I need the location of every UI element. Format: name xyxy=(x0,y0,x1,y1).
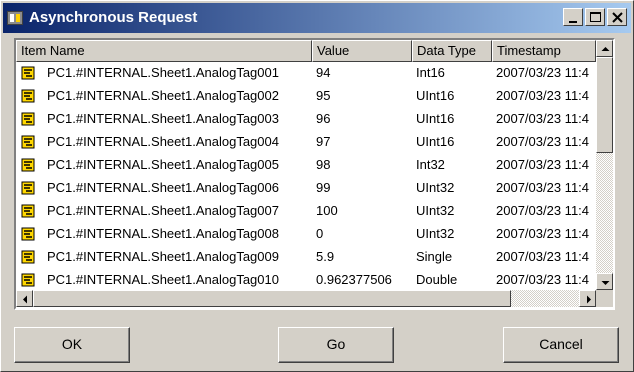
scrollbar-corner xyxy=(596,290,613,307)
table-row[interactable]: PC1.#INTERNAL.Sheet1.AnalogTag008 0 UInt32… xyxy=(16,223,596,245)
tag-icon xyxy=(21,89,35,103)
data-type-cell: UInt32 xyxy=(416,226,455,241)
arrow-right-icon xyxy=(587,295,591,304)
tag-icon xyxy=(21,227,35,241)
tag-icon xyxy=(21,66,35,80)
minimize-icon xyxy=(569,21,577,23)
close-icon xyxy=(612,12,623,23)
timestamp-cell: 2007/03/23 11:4 xyxy=(496,65,590,80)
value-cell: 96 xyxy=(316,111,331,126)
timestamp-cell: 2007/03/23 11:4 xyxy=(496,157,590,172)
scroll-right-button[interactable] xyxy=(579,290,596,307)
value-cell: 98 xyxy=(316,157,331,172)
item-name-cell: PC1.#INTERNAL.Sheet1.AnalogTag003 xyxy=(47,111,279,126)
table-row[interactable]: PC1.#INTERNAL.Sheet1.AnalogTag001 94 Int16… xyxy=(16,62,596,84)
data-type-cell: UInt32 xyxy=(416,180,455,195)
tag-icon xyxy=(21,273,35,287)
tag-icon xyxy=(21,158,35,172)
table-row[interactable]: PC1.#INTERNAL.Sheet1.AnalogTag006 99 UInt3… xyxy=(16,177,596,199)
maximize-button[interactable] xyxy=(585,8,605,26)
timestamp-cell: 2007/03/23 11:4 xyxy=(496,272,590,287)
close-button[interactable] xyxy=(607,8,627,26)
table-row[interactable]: PC1.#INTERNAL.Sheet1.AnalogTag010 0.96237… xyxy=(16,269,596,291)
table-row[interactable]: PC1.#INTERNAL.Sheet1.AnalogTag003 96 UInt1… xyxy=(16,108,596,130)
item-list[interactable]: Item Name Value Data Type Timestamp PC1.… xyxy=(14,38,615,310)
tag-icon xyxy=(21,204,35,218)
item-name-cell: PC1.#INTERNAL.Sheet1.AnalogTag006 xyxy=(47,180,279,195)
data-type-cell: Double xyxy=(416,272,458,287)
data-type-cell: UInt16 xyxy=(416,88,455,103)
timestamp-cell: 2007/03/23 11:4 xyxy=(496,203,590,218)
timestamp-cell: 2007/03/23 11:4 xyxy=(496,134,590,149)
vertical-scroll-thumb[interactable] xyxy=(596,57,613,153)
table-row[interactable]: PC1.#INTERNAL.Sheet1.AnalogTag004 97 UInt1… xyxy=(16,131,596,153)
tag-icon xyxy=(21,181,35,195)
arrow-down-icon xyxy=(601,281,610,285)
timestamp-cell: 2007/03/23 11:4 xyxy=(496,226,590,241)
value-cell: 95 xyxy=(316,88,331,103)
data-type-cell: Single xyxy=(416,249,453,264)
column-header-value[interactable]: Value xyxy=(312,40,412,62)
horizontal-scroll-thumb[interactable] xyxy=(33,290,511,307)
item-name-cell: PC1.#INTERNAL.Sheet1.AnalogTag001 xyxy=(47,65,279,80)
window-title: Asynchronous Request xyxy=(29,9,198,26)
maximize-icon xyxy=(590,12,601,22)
value-cell: 94 xyxy=(316,65,331,80)
horizontal-scrollbar[interactable] xyxy=(16,290,596,307)
table-row[interactable]: PC1.#INTERNAL.Sheet1.AnalogTag002 95 UInt1… xyxy=(16,85,596,107)
tag-icon xyxy=(21,112,35,126)
data-type-cell: UInt16 xyxy=(416,134,455,149)
item-name-cell: PC1.#INTERNAL.Sheet1.AnalogTag002 xyxy=(47,88,279,103)
value-cell: 100 xyxy=(316,203,338,218)
item-name-cell: PC1.#INTERNAL.Sheet1.AnalogTag009 xyxy=(47,249,279,264)
go-button[interactable]: Go xyxy=(278,327,394,363)
data-type-cell: UInt32 xyxy=(416,203,455,218)
table-row[interactable]: PC1.#INTERNAL.Sheet1.AnalogTag007 100 UInt… xyxy=(16,200,596,222)
timestamp-cell: 2007/03/23 11:4 xyxy=(496,88,590,103)
tag-icon xyxy=(21,135,35,149)
column-header-item-name[interactable]: Item Name xyxy=(16,40,312,62)
cancel-button[interactable]: Cancel xyxy=(503,327,619,363)
scroll-down-button[interactable] xyxy=(596,273,613,290)
timestamp-cell: 2007/03/23 11:4 xyxy=(496,111,590,126)
arrow-left-icon xyxy=(23,295,27,304)
scroll-left-button[interactable] xyxy=(16,290,33,307)
value-cell: 5.9 xyxy=(316,249,335,264)
tag-icon xyxy=(21,250,35,264)
value-cell: 0.962377506 xyxy=(316,272,392,287)
item-name-cell: PC1.#INTERNAL.Sheet1.AnalogTag005 xyxy=(47,157,279,172)
vertical-scrollbar[interactable] xyxy=(596,40,613,290)
value-cell: 0 xyxy=(316,226,324,241)
scroll-up-button[interactable] xyxy=(596,40,613,57)
data-type-cell: Int16 xyxy=(416,65,445,80)
title-bar[interactable]: Asynchronous Request xyxy=(3,3,631,33)
arrow-up-icon xyxy=(601,47,610,51)
column-header-data-type[interactable]: Data Type xyxy=(412,40,492,62)
minimize-button[interactable] xyxy=(563,8,583,26)
item-name-cell: PC1.#INTERNAL.Sheet1.AnalogTag004 xyxy=(47,134,279,149)
data-type-cell: UInt16 xyxy=(416,111,455,126)
timestamp-cell: 2007/03/23 11:4 xyxy=(496,180,590,195)
table-row[interactable]: PC1.#INTERNAL.Sheet1.AnalogTag005 98 Int32… xyxy=(16,154,596,176)
app-icon xyxy=(7,11,23,25)
timestamp-cell: 2007/03/23 11:4 xyxy=(496,249,590,264)
value-cell: 97 xyxy=(316,134,331,149)
async-request-dialog: Asynchronous Request Item Name Value Dat… xyxy=(0,0,634,372)
item-name-cell: PC1.#INTERNAL.Sheet1.AnalogTag007 xyxy=(47,203,279,218)
item-name-cell: PC1.#INTERNAL.Sheet1.AnalogTag010 xyxy=(47,272,279,287)
ok-button[interactable]: OK xyxy=(14,327,130,363)
value-cell: 99 xyxy=(316,180,331,195)
data-type-cell: Int32 xyxy=(416,157,445,172)
column-header-timestamp[interactable]: Timestamp xyxy=(492,40,596,62)
item-name-cell: PC1.#INTERNAL.Sheet1.AnalogTag008 xyxy=(47,226,279,241)
table-row[interactable]: PC1.#INTERNAL.Sheet1.AnalogTag009 5.9 Sing… xyxy=(16,246,596,268)
